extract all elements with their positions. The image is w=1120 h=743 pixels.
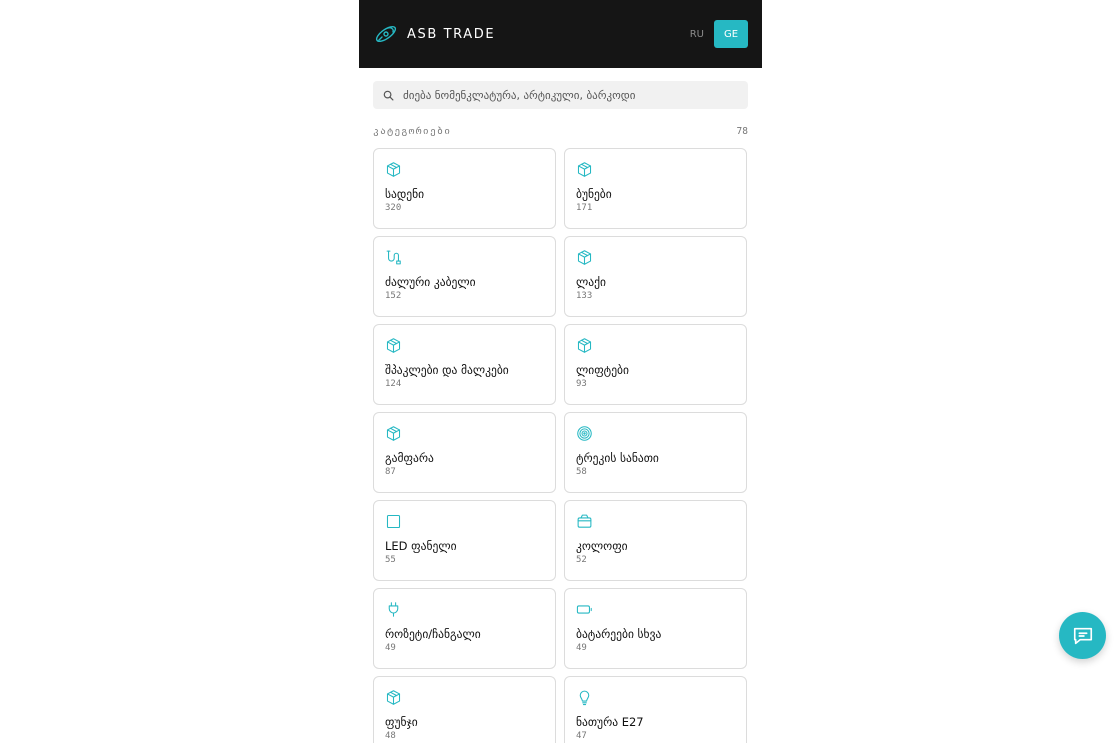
box-icon: [577, 250, 592, 265]
category-card[interactable]: ბუნები 171: [564, 148, 747, 229]
category-count: 48: [385, 731, 396, 741]
category-card[interactable]: ფუნჯი 48: [373, 676, 556, 743]
category-name: ბუნები: [576, 187, 612, 201]
category-card[interactable]: ბატარეები სხვა 49: [564, 588, 747, 669]
cable-icon: [386, 250, 401, 265]
box-icon: [386, 690, 401, 705]
search-input[interactable]: [403, 88, 738, 102]
category-count: 152: [385, 291, 402, 301]
search-icon: [383, 90, 394, 100]
category-name: ბატარეები სხვა: [576, 627, 662, 641]
category-card[interactable]: როზეტი/ჩანგალი 49: [373, 588, 556, 669]
category-name: ნათურა E27: [576, 715, 644, 729]
square-icon: [386, 514, 401, 529]
category-name: ლაქი: [576, 275, 606, 289]
category-count: 133: [576, 291, 593, 301]
category-count: 55: [385, 555, 396, 565]
category-count: 93: [576, 379, 587, 389]
category-card[interactable]: ლაქი 133: [564, 236, 747, 317]
category-count: 49: [385, 643, 396, 653]
search-bar: [373, 81, 748, 109]
package-icon: [577, 514, 592, 528]
app-container: ASB TRADE RU GE კატეგორიები 78 სადენი 320…: [359, 0, 762, 743]
box-icon: [386, 162, 401, 177]
box-icon: [386, 426, 401, 441]
category-count: 320: [385, 203, 402, 213]
lang-ru-button[interactable]: RU: [690, 23, 704, 46]
category-name: ფუნჯი: [385, 715, 418, 729]
category-count: 49: [576, 643, 587, 653]
lang-ge-button[interactable]: GE: [714, 20, 748, 48]
category-card[interactable]: ლიფტები 93: [564, 324, 747, 405]
category-count: 47: [576, 731, 587, 741]
category-count: 52: [576, 555, 587, 565]
category-name: კოლოფი: [576, 539, 628, 553]
categories-count: 78: [736, 125, 748, 137]
language-switcher: RU GE: [690, 20, 748, 48]
category-card[interactable]: LED ფანელი 55: [373, 500, 556, 581]
category-card[interactable]: ტრეკის სანათი 58: [564, 412, 747, 493]
category-name: სადენი: [385, 187, 425, 201]
categories-title: კატეგორიები: [373, 125, 452, 137]
box-icon: [386, 338, 401, 353]
chat-button[interactable]: [1059, 612, 1106, 659]
bulb-icon: [579, 690, 590, 706]
category-count: 124: [385, 379, 402, 389]
brand[interactable]: ASB TRADE: [373, 23, 495, 45]
category-grid: სადენი 320 ბუნები 171 ძალური კაბელი 152 ლაქი 13…: [373, 148, 748, 743]
categories-header: კატეგორიები 78: [373, 123, 748, 139]
category-name: შპაკლები და მალკები: [385, 363, 509, 377]
category-name: LED ფანელი: [385, 539, 457, 553]
battery-icon: [576, 605, 592, 614]
category-name: როზეტი/ჩანგალი: [385, 627, 481, 641]
category-card[interactable]: ნათურა E27 47: [564, 676, 747, 743]
category-name: ტრეკის სანათი: [576, 451, 659, 465]
category-name: ძალური კაბელი: [385, 275, 476, 289]
category-count: 58: [576, 467, 587, 477]
plug-icon: [388, 602, 399, 617]
category-count: 87: [385, 467, 396, 477]
satellite-logo-icon: [375, 25, 397, 43]
category-name: გამფარა: [385, 451, 434, 465]
chat-icon: [1073, 627, 1092, 644]
box-icon: [577, 162, 592, 177]
category-card[interactable]: კოლოფი 52: [564, 500, 747, 581]
brand-name: ASB TRADE: [407, 26, 496, 42]
target-icon: [577, 426, 592, 441]
box-icon: [577, 338, 592, 353]
category-card[interactable]: შპაკლები და მალკები 124: [373, 324, 556, 405]
category-card[interactable]: გამფარა 87: [373, 412, 556, 493]
header: ASB TRADE RU GE: [359, 0, 762, 68]
category-count: 171: [576, 203, 593, 213]
category-card[interactable]: ძალური კაბელი 152: [373, 236, 556, 317]
category-card[interactable]: სადენი 320: [373, 148, 556, 229]
category-name: ლიფტები: [576, 363, 629, 377]
